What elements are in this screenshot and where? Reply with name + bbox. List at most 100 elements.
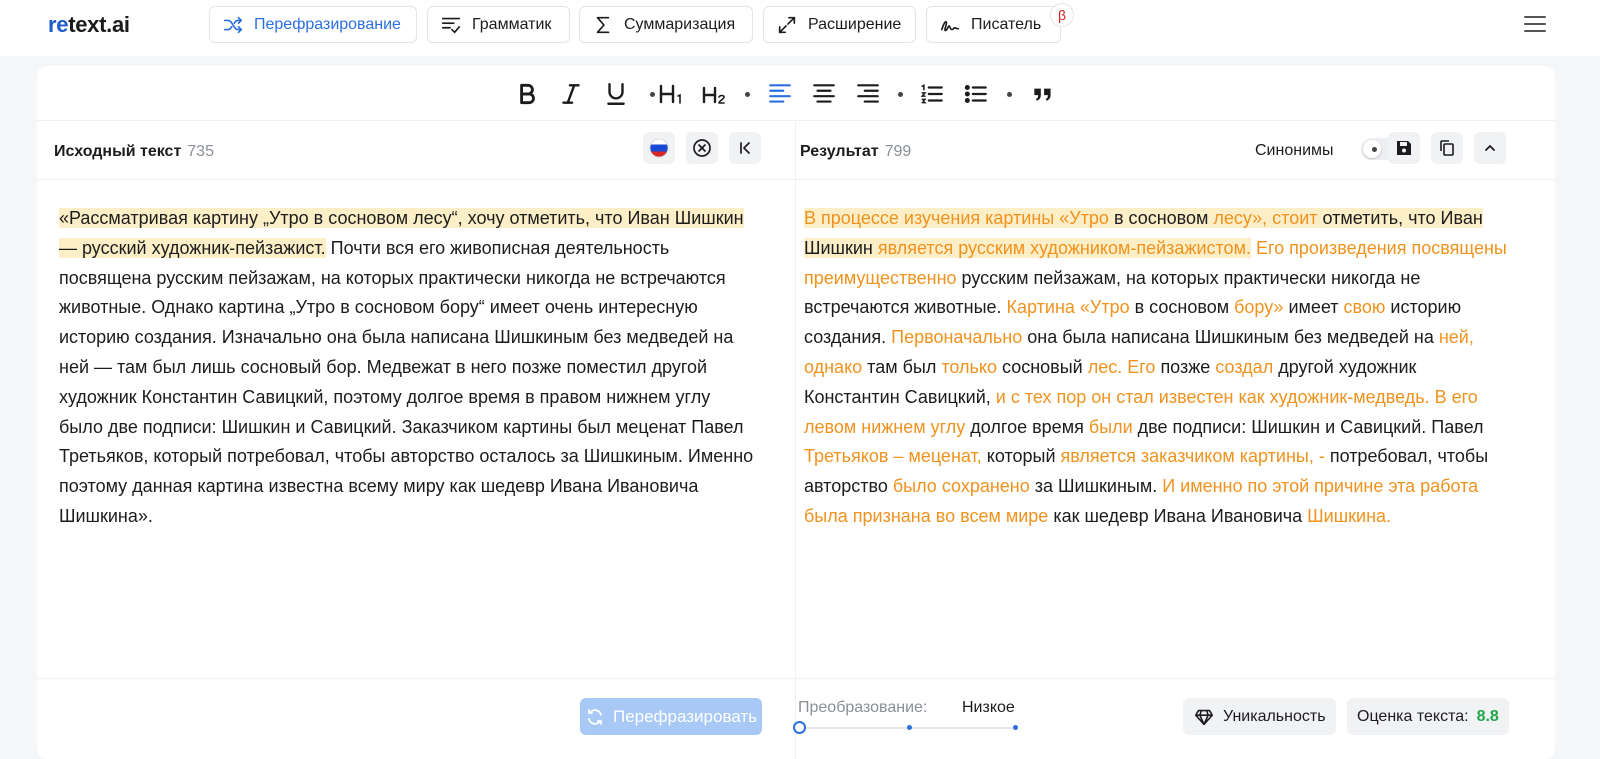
slider-step-mark — [907, 725, 912, 730]
unchanged-segment: который — [981, 446, 1061, 467]
top-navigation-bar: retext.ai Перефразирование Грамматик Сум… — [0, 0, 1600, 56]
russia-flag-icon — [649, 138, 669, 158]
source-text-editor[interactable]: «Рассматривая картину „Утро в сосновом л… — [59, 204, 759, 532]
collapse-up-button[interactable] — [1474, 132, 1506, 164]
copy-icon — [1440, 140, 1454, 156]
language-flag-button[interactable] — [643, 132, 675, 164]
heading2-icon — [702, 86, 725, 104]
unchanged-segment: за Шишкиным. — [1029, 476, 1163, 497]
changed-segment: были — [1088, 416, 1133, 437]
chevron-up-icon — [1485, 145, 1495, 151]
collapse-left-icon — [740, 142, 750, 154]
changed-segment: Первоначально — [891, 327, 1023, 348]
changed-segment: создал — [1215, 356, 1274, 377]
text-lines-icon — [441, 17, 461, 34]
formatting-toolbar — [37, 66, 1555, 121]
diamond-icon — [1194, 709, 1214, 725]
result-char-count: 799 — [884, 143, 912, 160]
logo-accent: re — [48, 12, 69, 37]
header-separator — [1372, 147, 1377, 152]
save-button[interactable] — [1388, 132, 1420, 164]
quote-button[interactable] — [1029, 80, 1057, 108]
unchanged-segment: позже — [1155, 356, 1216, 377]
expand-arrows-icon — [778, 16, 796, 33]
changed-segment: Третьяков – меценат, — [804, 446, 982, 467]
heading1-icon — [659, 84, 681, 104]
rephrase-button[interactable]: Перефразировать — [580, 698, 762, 735]
changed-segment: свою — [1343, 297, 1386, 318]
unchanged-segment: две подписи: Шишкин и Савицкий. Павел — [1132, 416, 1484, 437]
changed-segment: было сохранено — [892, 476, 1030, 497]
numbered-list-button[interactable] — [918, 80, 946, 108]
unchanged-segment: она была написана Шишкиным без медведей … — [1022, 327, 1439, 348]
align-left-button[interactable] — [766, 80, 794, 108]
heading2-button[interactable] — [700, 80, 728, 108]
unchanged-segment: там был — [862, 356, 942, 377]
transform-value: Низкое — [962, 699, 1015, 716]
nav-paraphrase-tab[interactable]: Перефразирование — [209, 6, 417, 43]
result-title-text: Результат — [800, 143, 879, 160]
uniqueness-label: Уникальность — [1223, 707, 1326, 725]
source-pane-header: Исходный текст 735 — [37, 122, 795, 180]
result-text-output[interactable]: В процессе изучения картины «Утро в сосн… — [804, 204, 1514, 532]
slider-step-mark — [1013, 725, 1018, 730]
unchanged-segment: в сосновом — [1108, 208, 1214, 228]
sigma-icon — [596, 16, 610, 33]
synonyms-label: Синонимы — [1255, 142, 1334, 159]
unchanged-segment: как шедевр Ивана Ивановича — [1048, 505, 1308, 526]
transform-label: Преобразование: — [798, 699, 928, 716]
changed-segment: Шишкина. — [1307, 505, 1392, 526]
uniqueness-button[interactable]: Уникальность — [1183, 698, 1336, 735]
italic-button[interactable] — [557, 80, 585, 108]
toolbar-separator — [745, 92, 750, 97]
numbered-list-icon — [920, 83, 943, 104]
menu-icon[interactable] — [1524, 15, 1546, 33]
floppy-disk-icon — [1397, 141, 1411, 155]
collapse-left-button[interactable] — [729, 132, 761, 164]
beta-badge: β — [1050, 3, 1074, 27]
unchanged-segment: долгое время — [965, 416, 1089, 437]
nav-summarize-tab[interactable]: Суммаризация — [579, 6, 753, 43]
transform-slider-handle[interactable] — [793, 721, 806, 734]
bold-button[interactable] — [513, 80, 541, 108]
bottom-action-bar: Перефразировать Преобразование: Низкое У… — [37, 678, 1555, 759]
shuffle-icon — [223, 16, 243, 33]
logo-text: text.ai — [68, 12, 130, 37]
editor-card: Исходный текст 735 Результат 799 Синонимы … — [37, 66, 1555, 759]
toolbar-separator — [650, 92, 655, 97]
source-title: Исходный текст 735 — [54, 143, 214, 161]
rephrase-button-label: Перефразировать — [612, 706, 758, 726]
underline-button[interactable] — [602, 80, 630, 108]
heading1-button[interactable] — [657, 80, 685, 108]
nav-summarize-label: Суммаризация — [624, 15, 736, 33]
copy-button[interactable] — [1431, 132, 1463, 164]
align-right-button[interactable] — [854, 80, 882, 108]
nav-writer-label: Писатель — [971, 15, 1042, 33]
align-center-icon — [813, 84, 835, 103]
align-center-button[interactable] — [810, 80, 838, 108]
nav-grammar-tab[interactable]: Грамматик — [427, 6, 570, 43]
refresh-icon — [588, 708, 602, 725]
nav-writer-tab[interactable]: Писатель — [926, 6, 1061, 43]
toolbar-separator — [1007, 92, 1012, 97]
unchanged-segment: в сосновом — [1129, 297, 1235, 318]
result-title: Результат 799 — [800, 143, 911, 161]
source-text-body: Почти вся его живописная деятельность по… — [59, 237, 754, 526]
clear-text-button[interactable] — [686, 132, 718, 164]
nav-expand-label: Расширение — [808, 15, 902, 33]
signature-icon — [940, 20, 960, 31]
nav-expand-tab[interactable]: Расширение — [763, 6, 916, 43]
source-title-text: Исходный текст — [54, 143, 182, 160]
align-right-icon — [857, 84, 879, 103]
unchanged-segment: имеет — [1283, 297, 1344, 318]
bullet-list-icon — [964, 85, 987, 103]
changed-segment: только — [941, 356, 997, 377]
underline-icon — [607, 83, 625, 105]
changed-segment: лесу», стоит — [1213, 208, 1318, 228]
score-value: 8.8 — [1476, 707, 1499, 725]
logo[interactable]: retext.ai — [48, 12, 130, 38]
changed-segment: является заказчиком картины, - — [1060, 446, 1325, 467]
bullet-list-button[interactable] — [962, 80, 990, 108]
clear-circle-icon — [693, 139, 711, 157]
score-label: Оценка текста: — [1357, 707, 1469, 725]
